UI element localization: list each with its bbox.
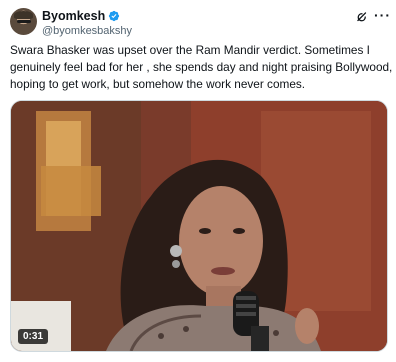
author-display-name[interactable]: Byomkesh [42, 9, 120, 23]
grok-icon[interactable] [355, 10, 369, 24]
tweet-text-line: hoping to get work, but somehow the work… [10, 77, 306, 91]
tweet-text-line: genuinely feel bad for her , she spends … [10, 60, 393, 74]
author-name-text[interactable]: Byomkesh [42, 9, 105, 23]
video-thumbnail[interactable] [11, 101, 387, 351]
author-avatar[interactable] [10, 8, 37, 35]
verified-badge-icon [109, 10, 120, 22]
video-player[interactable]: 0:31 [10, 100, 388, 352]
video-duration-badge: 0:31 [18, 329, 49, 344]
tweet-text: Swara Bhasker was upset over the Ram Man… [10, 42, 393, 93]
more-options-icon[interactable]: ··· [374, 8, 390, 24]
author-handle[interactable]: @byomkesbakshy [42, 25, 132, 37]
tweet-text-line: Swara Bhasker was upset over the Ram Man… [10, 43, 370, 57]
tweet-card[interactable]: Byomkesh @byomkesbakshy ··· Swara Bhaske… [0, 0, 396, 362]
